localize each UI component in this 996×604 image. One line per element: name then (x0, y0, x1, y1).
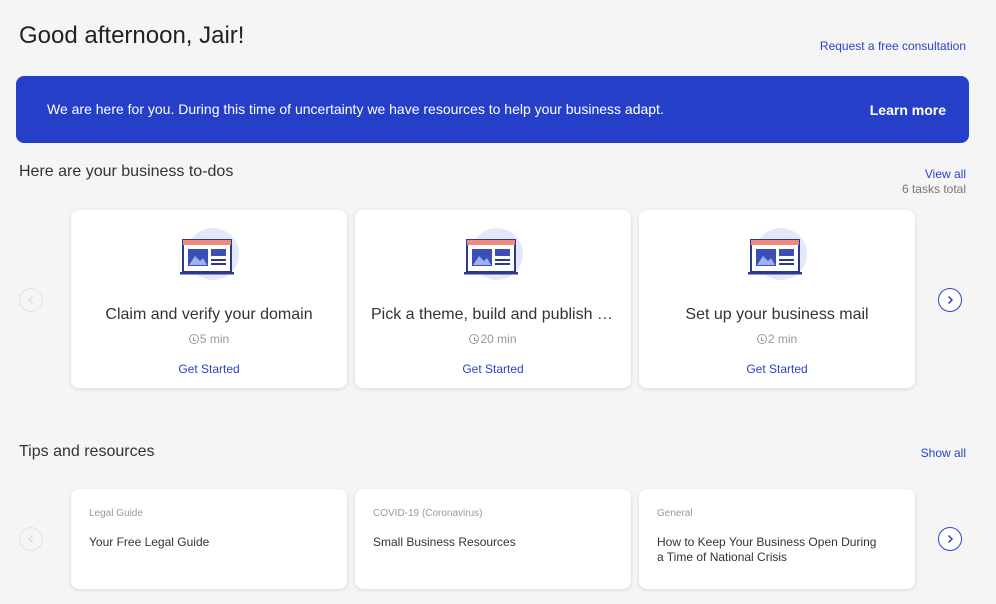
chevron-left-icon (27, 534, 34, 544)
clock-icon (756, 334, 767, 344)
tip-card[interactable]: Legal Guide Your Free Legal Guide (71, 489, 347, 589)
show-all-link[interactable]: Show all (921, 446, 966, 460)
chevron-left-icon (27, 295, 34, 305)
view-all-link[interactable]: View all (925, 167, 966, 181)
clock-icon (469, 334, 480, 344)
chevron-right-icon (947, 534, 954, 544)
chevron-right-icon (947, 295, 954, 305)
tip-category: COVID-19 (Coronavirus) (373, 508, 483, 519)
task-card[interactable]: Set up your business mail 2 min Get Star… (639, 210, 915, 388)
banner-text: We are here for you. During this time of… (47, 101, 664, 117)
todos-section-title: Here are your business to-dos (19, 163, 234, 180)
covid-banner: We are here for you. During this time of… (16, 76, 969, 143)
browser-illustration-icon (748, 228, 807, 280)
task-title: Pick a theme, build and publish your web… (371, 306, 615, 323)
clock-icon (188, 334, 199, 344)
tips-section-title: Tips and resources (19, 443, 155, 460)
todos-next-arrow[interactable] (938, 288, 962, 312)
get-started-button[interactable]: Get Started (71, 362, 347, 376)
task-duration: 20 min (355, 332, 631, 346)
tasks-total-count: 6 tasks total (901, 182, 966, 196)
page-title: Good afternoon, Jair! (19, 22, 245, 49)
tips-next-arrow[interactable] (938, 527, 962, 551)
tip-card[interactable]: COVID-19 (Coronavirus) Small Business Re… (355, 489, 631, 589)
tip-title: How to Keep Your Business Open During a … (657, 535, 877, 564)
todos-prev-arrow[interactable] (19, 288, 43, 312)
task-card[interactable]: Pick a theme, build and publish your web… (355, 210, 631, 388)
tip-category: Legal Guide (89, 508, 143, 519)
learn-more-link[interactable]: Learn more (870, 102, 946, 118)
request-consultation-link[interactable]: Request a free consultation (820, 39, 966, 53)
tips-prev-arrow[interactable] (19, 527, 43, 551)
task-title: Set up your business mail (685, 306, 869, 323)
task-title: Claim and verify your domain (105, 306, 313, 323)
task-card[interactable]: Claim and verify your domain 5 min Get S… (71, 210, 347, 388)
tip-title: Your Free Legal Guide (89, 535, 210, 549)
tip-title: Small Business Resources (373, 535, 516, 549)
tip-card[interactable]: General How to Keep Your Business Open D… (639, 489, 915, 589)
task-duration: 2 min (639, 332, 915, 346)
get-started-button[interactable]: Get Started (639, 362, 915, 376)
browser-illustration-icon (464, 228, 523, 280)
task-duration: 5 min (71, 332, 347, 346)
get-started-button[interactable]: Get Started (355, 362, 631, 376)
browser-illustration-icon (180, 228, 239, 280)
tip-category: General (657, 508, 693, 519)
